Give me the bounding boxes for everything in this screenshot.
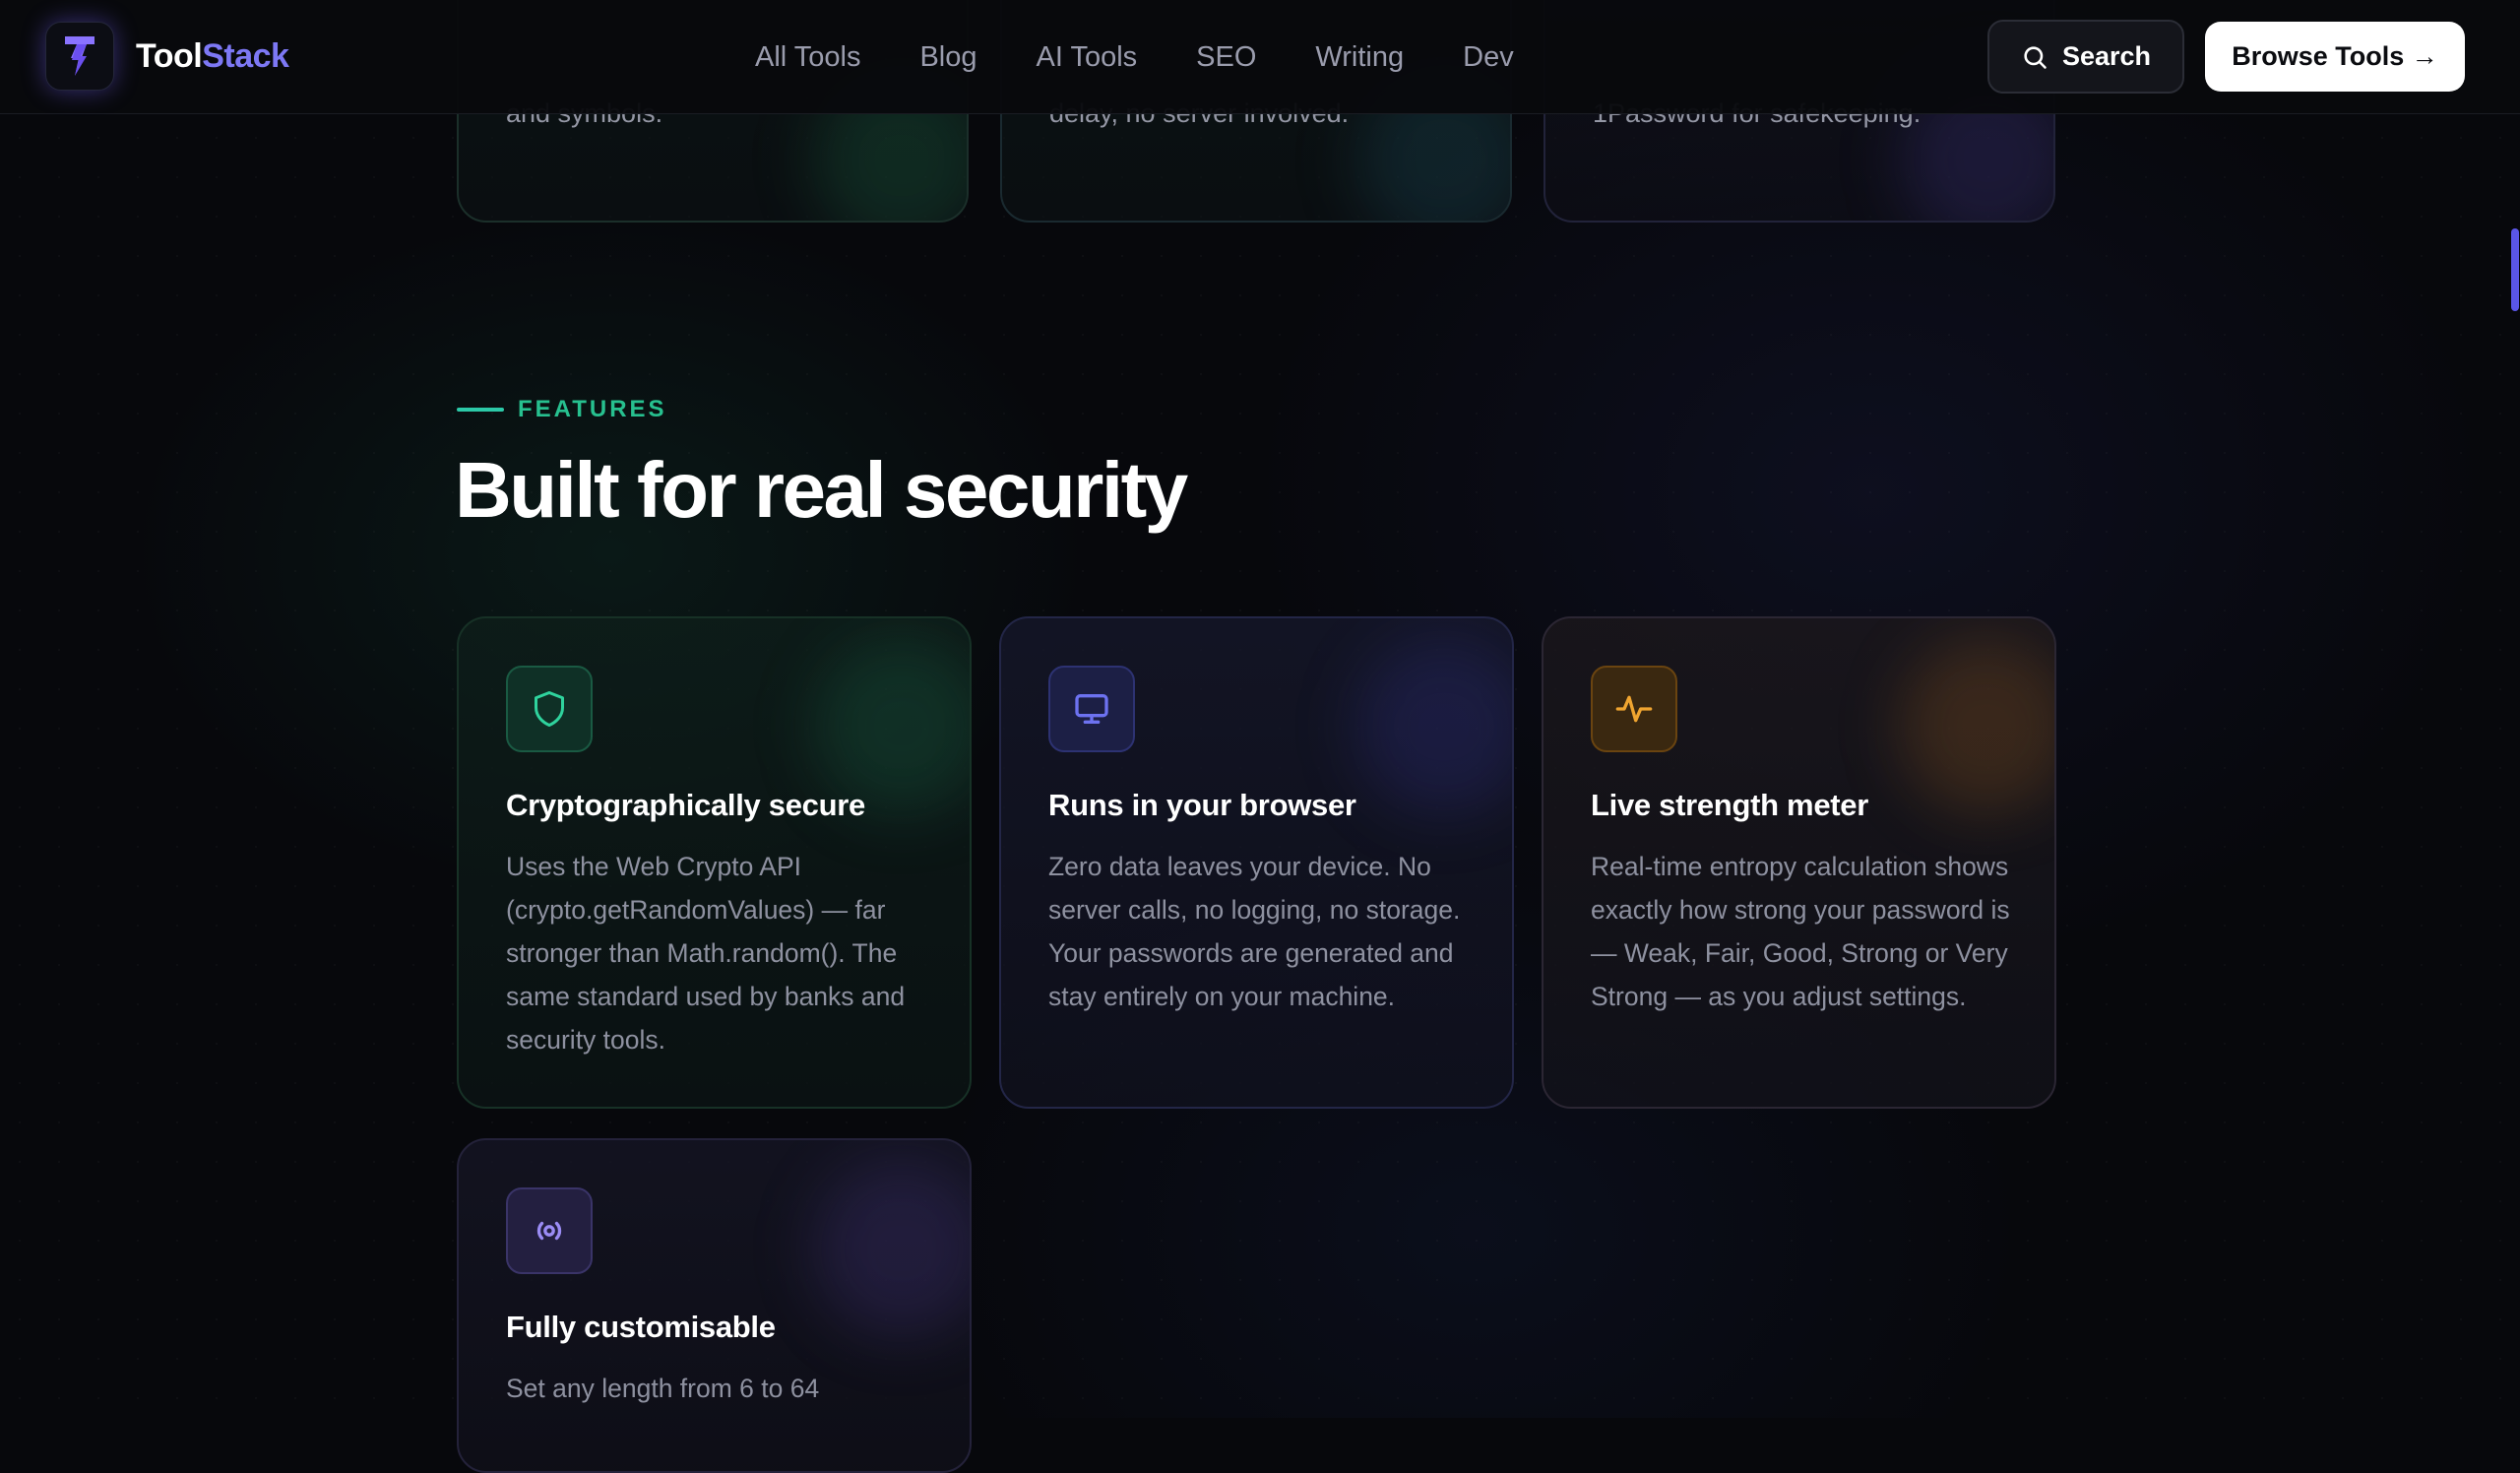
feature-title: Live strength meter (1591, 788, 1868, 823)
nav-seo[interactable]: SEO (1196, 33, 1256, 81)
scrollbar-thumb[interactable] (2511, 228, 2519, 311)
search-button[interactable]: Search (1987, 20, 2184, 94)
broadcast-icon (506, 1187, 593, 1274)
feature-title: Fully customisable (506, 1310, 776, 1345)
features-eyebrow: FEATURES (457, 396, 667, 423)
activity-icon (1591, 666, 1677, 752)
feature-description: Set any length from 6 to 64 (506, 1367, 939, 1410)
feature-description: Real-time entropy calculation shows exac… (1591, 845, 2024, 1018)
feature-title: Runs in your browser (1048, 788, 1356, 823)
monitor-icon (1048, 666, 1135, 752)
section-heading: Built for real security (455, 445, 1186, 536)
feature-title: Cryptographically secure (506, 788, 865, 823)
feature-description: Uses the Web Crypto API (crypto.getRando… (506, 845, 939, 1061)
shield-icon (506, 666, 593, 752)
browse-tools-label: Browse Tools → (2232, 41, 2438, 72)
brand-name: ToolStack (136, 37, 288, 76)
feature-card-cryptographically-secure: Cryptographically secure Uses the Web Cr… (457, 616, 972, 1109)
search-button-label: Search (2062, 41, 2151, 72)
search-icon (2021, 43, 2048, 71)
browse-tools-button[interactable]: Browse Tools → (2205, 22, 2465, 92)
eyebrow-label: FEATURES (518, 396, 667, 423)
brand-name-part-a: Tool (136, 37, 202, 75)
nav-blog[interactable]: Blog (919, 33, 976, 81)
brand-name-part-b: Stack (202, 37, 288, 75)
feature-card-fully-customisable: Fully customisable Set any length from 6… (457, 1138, 972, 1473)
nav-writing[interactable]: Writing (1315, 33, 1404, 81)
nav-all-tools[interactable]: All Tools (755, 33, 860, 81)
eyebrow-line (457, 408, 504, 412)
feature-card-runs-in-browser: Runs in your browser Zero data leaves yo… (999, 616, 1514, 1109)
logo-bolt-icon (45, 22, 114, 91)
nav-ai-tools[interactable]: AI Tools (1037, 33, 1138, 81)
feature-description: Zero data leaves your device. No server … (1048, 845, 1481, 1018)
site-header: ToolStack All Tools Blog AI Tools SEO Wr… (0, 0, 2520, 114)
nav-dev[interactable]: Dev (1463, 33, 1514, 81)
main-nav: All Tools Blog AI Tools SEO Writing Dev (755, 33, 1573, 81)
feature-card-live-strength-meter: Live strength meter Real-time entropy ca… (1542, 616, 2056, 1109)
brand-logo[interactable]: ToolStack (45, 22, 288, 91)
